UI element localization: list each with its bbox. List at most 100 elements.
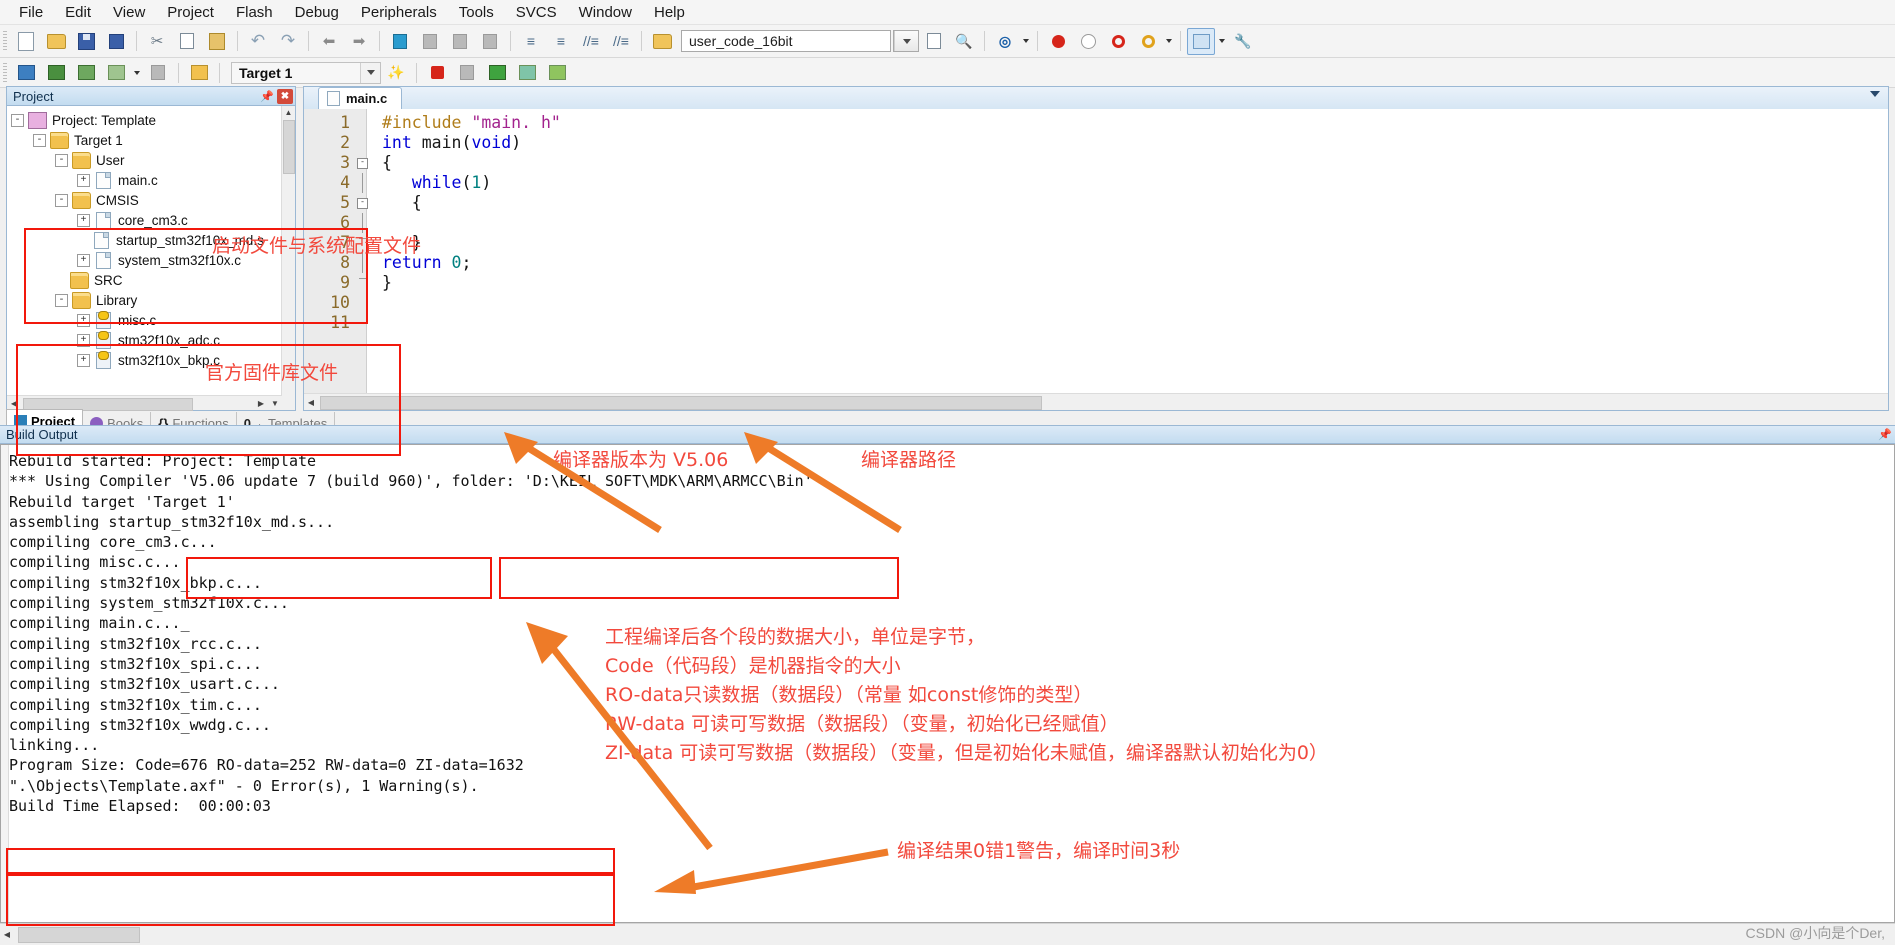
collapse-icon[interactable]: - xyxy=(55,153,68,167)
expand-icon[interactable]: + xyxy=(77,213,90,227)
menu-item-debug[interactable]: Debug xyxy=(284,1,350,24)
tree-item[interactable]: + misc.c xyxy=(11,310,282,330)
rebuild-icon[interactable] xyxy=(72,59,100,86)
bookmark-prev-icon[interactable] xyxy=(416,28,444,55)
red-dot-icon[interactable] xyxy=(1044,28,1072,55)
translate-icon[interactable] xyxy=(12,59,40,86)
expand-icon[interactable]: + xyxy=(77,333,90,347)
tree-item[interactable]: - User xyxy=(11,150,282,170)
scrollbar-thumb[interactable] xyxy=(283,120,295,174)
code-line[interactable]: 8 return 0; xyxy=(304,253,1888,273)
fold-collapse-icon[interactable]: - xyxy=(356,157,369,169)
scissors-icon[interactable]: ✂ xyxy=(143,28,171,55)
pin-icon[interactable]: 📌 xyxy=(259,89,275,104)
window-layout-icon[interactable] xyxy=(1187,27,1215,55)
ring-yellow-icon[interactable] xyxy=(1134,28,1162,55)
undo-arrow-icon[interactable]: ↶ xyxy=(244,28,272,55)
build-output-horizontal-scrollbar[interactable]: ◀ xyxy=(0,923,1895,945)
build-output-panel[interactable]: Rebuild started: Project: Template *** Us… xyxy=(0,444,1895,923)
menu-item-project[interactable]: Project xyxy=(156,1,225,24)
scrollbar-thumb[interactable] xyxy=(320,396,1042,410)
new-document-icon[interactable] xyxy=(12,28,40,55)
collapse-icon[interactable]: - xyxy=(55,293,68,307)
folder-search-icon[interactable] xyxy=(648,28,676,55)
clipboard-icon[interactable] xyxy=(203,28,231,55)
components-icon[interactable] xyxy=(423,59,451,86)
expand-icon[interactable]: + xyxy=(77,173,90,187)
pack-manager-icon[interactable] xyxy=(543,59,571,86)
menu-item-flash[interactable]: Flash xyxy=(225,1,284,24)
indent-left-icon[interactable]: ≡ xyxy=(547,28,575,55)
close-icon[interactable]: ✖ xyxy=(277,88,293,104)
code-template-dropdown[interactable] xyxy=(893,30,919,52)
menu-item-help[interactable]: Help xyxy=(643,1,696,24)
bookmark-clear-icon[interactable] xyxy=(476,28,504,55)
breakpoints-dropdown-icon[interactable] xyxy=(1163,29,1175,54)
menu-item-edit[interactable]: Edit xyxy=(54,1,102,24)
window-layout-dropdown-icon[interactable] xyxy=(1216,29,1228,54)
code-line[interactable]: 9} xyxy=(304,273,1888,293)
scroll-down-icon[interactable]: ▼ xyxy=(268,396,282,410)
empty-dot-icon[interactable] xyxy=(1074,28,1102,55)
bookmark-next-icon[interactable] xyxy=(446,28,474,55)
expand-icon[interactable]: + xyxy=(77,353,90,367)
scroll-left-icon[interactable]: ◀ xyxy=(304,395,318,409)
code-line[interactable]: 3- { xyxy=(304,153,1888,173)
scroll-left-icon[interactable]: ◀ xyxy=(7,396,21,410)
stop-build-icon[interactable] xyxy=(144,59,172,86)
project-tree[interactable]: - Project: Template - Target 1- User + main.c -… xyxy=(7,106,282,397)
code-line[interactable]: 1 #include "main. h" xyxy=(304,113,1888,133)
menu-item-peripherals[interactable]: Peripherals xyxy=(350,1,448,24)
tree-item[interactable]: - Target 1 xyxy=(11,130,282,150)
chevron-down-icon[interactable] xyxy=(1870,91,1880,97)
save-all-icon[interactable] xyxy=(102,28,130,55)
toolbar-grip[interactable] xyxy=(3,62,7,83)
batch-build-dropdown-icon[interactable] xyxy=(131,60,143,85)
collapse-icon[interactable]: - xyxy=(55,193,68,207)
ring-red-icon[interactable] xyxy=(1104,28,1132,55)
batch-build-icon[interactable] xyxy=(102,59,130,86)
code-template-combobox[interactable]: user_code_16bit xyxy=(681,30,891,52)
scrollbar-thumb[interactable] xyxy=(18,927,140,943)
scroll-up-icon[interactable]: ▲ xyxy=(282,106,295,119)
tree-item[interactable]: + main.c xyxy=(11,170,282,190)
menu-item-window[interactable]: Window xyxy=(568,1,643,24)
expand-icon[interactable]: + xyxy=(77,253,90,267)
target-options-icon[interactable]: ✨ xyxy=(382,59,410,86)
fold-collapse-icon[interactable]: - xyxy=(356,197,369,209)
project-tree-vertical-scrollbar[interactable]: ▲ xyxy=(281,106,295,410)
pack-installer-icon[interactable] xyxy=(453,59,481,86)
code-line[interactable]: 6 xyxy=(304,213,1888,233)
magnifier-q-icon[interactable]: ◎ xyxy=(991,28,1019,55)
menu-item-svcs[interactable]: SVCS xyxy=(505,1,568,24)
comment-icon[interactable]: //≡ xyxy=(577,28,605,55)
scroll-left-icon[interactable]: ◀ xyxy=(0,928,14,941)
code-line[interactable]: 2 int main(void) xyxy=(304,133,1888,153)
bookmark-flag-icon[interactable] xyxy=(386,28,414,55)
code-line[interactable]: 10 xyxy=(304,293,1888,313)
editor-horizontal-scrollbar[interactable]: ◀ xyxy=(304,393,1888,410)
tree-item[interactable]: + core_cm3.c xyxy=(11,210,282,230)
scrollbar-track[interactable] xyxy=(21,396,254,411)
indent-right-icon[interactable]: ≡ xyxy=(517,28,545,55)
tree-item[interactable]: - CMSIS xyxy=(11,190,282,210)
magnifier-dropdown-icon[interactable] xyxy=(1020,29,1032,54)
open-folder-icon[interactable] xyxy=(42,28,70,55)
arrow-right-icon[interactable]: ➡ xyxy=(345,28,373,55)
code-line[interactable]: 4 while(1) xyxy=(304,173,1888,193)
code-view[interactable]: 1 #include "main. h" 2 int main(void) 3-{4 w… xyxy=(304,109,1888,393)
software-packs-icon[interactable] xyxy=(513,59,541,86)
runtime-env-icon[interactable] xyxy=(483,59,511,86)
expand-icon[interactable]: + xyxy=(77,313,90,327)
tree-item[interactable]: SRC xyxy=(11,270,282,290)
chevron-down-icon[interactable] xyxy=(360,62,380,83)
target-selector-combobox[interactable]: Target 1 xyxy=(231,61,381,84)
project-tree-horizontal-scrollbar[interactable]: ◀ ▶ ▼ xyxy=(7,395,282,411)
redo-arrow-icon[interactable]: ↷ xyxy=(274,28,302,55)
code-line[interactable]: 7 } xyxy=(304,233,1888,253)
menu-item-view[interactable]: View xyxy=(102,1,156,24)
tree-item[interactable]: - Library xyxy=(11,290,282,310)
scroll-right-icon[interactable]: ▶ xyxy=(254,396,268,410)
arrow-left-icon[interactable]: ⬅ xyxy=(315,28,343,55)
tree-item[interactable]: + system_stm32f10x.c xyxy=(11,250,282,270)
